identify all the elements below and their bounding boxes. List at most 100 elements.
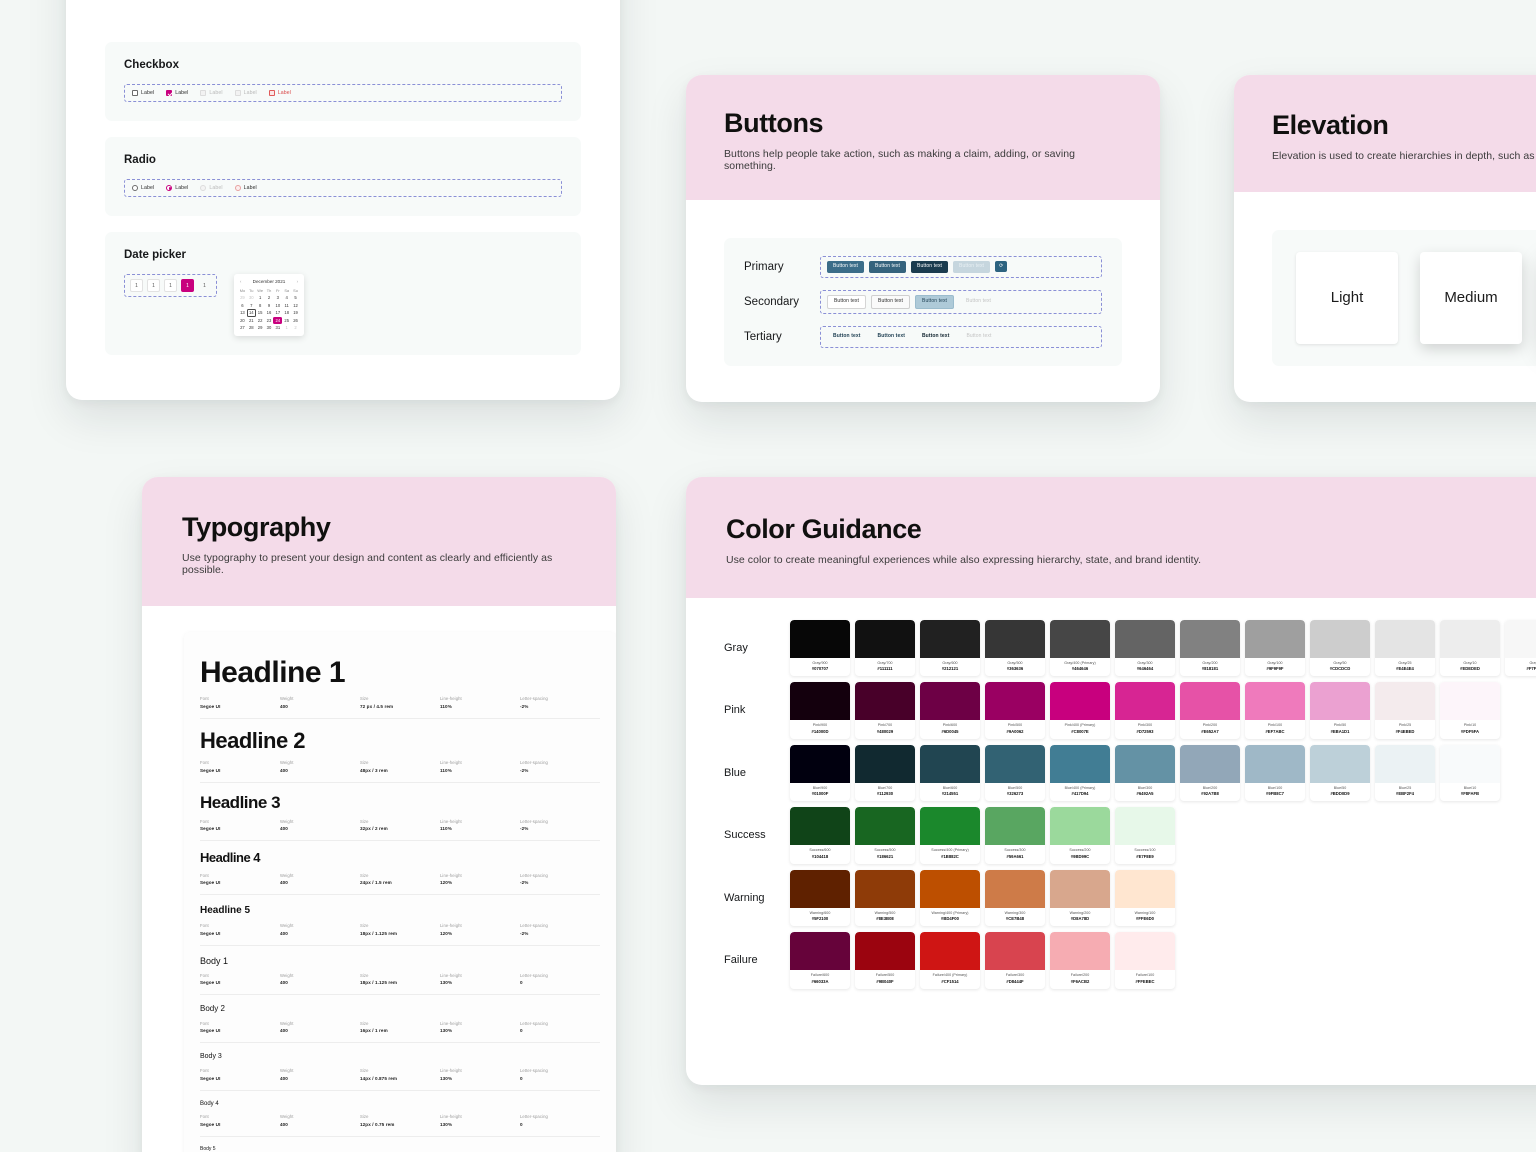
calendar-prev-icon[interactable]: ‹ (240, 279, 241, 284)
color-swatch[interactable]: Success/200 #9BD99C (1050, 807, 1110, 864)
calendar-day[interactable]: 21 (247, 317, 256, 324)
calendar-day[interactable]: 13 (238, 309, 247, 316)
color-swatch[interactable]: Success/100 #E7F8E9 (1115, 807, 1175, 864)
checkbox-option[interactable]: Label (234, 90, 257, 96)
calendar-day[interactable]: 1 (256, 294, 265, 301)
color-swatch[interactable]: Warning/100 #FFE6D0 (1115, 869, 1175, 927)
calendar-day[interactable]: 26 (291, 317, 300, 324)
checkbox-option[interactable]: Label (166, 90, 188, 96)
color-swatch[interactable]: Warning/400 (Primary) #BD4F00 (920, 869, 980, 927)
radio-input[interactable] (132, 185, 138, 191)
checkbox-option[interactable]: Label (200, 90, 223, 96)
radio-input[interactable] (200, 185, 207, 191)
color-swatch[interactable]: Gray/200 #818181 (1180, 619, 1240, 677)
calendar-day[interactable]: 29 (238, 294, 247, 301)
date-input-stepper[interactable]: 11111 (124, 274, 217, 297)
button[interactable]: Button text (871, 294, 911, 309)
color-swatch[interactable]: Blue/10 #F8FAFB (1440, 744, 1500, 802)
color-swatch[interactable]: Failure/100 #FFEBEC (1115, 932, 1175, 989)
calendar-day[interactable]: 9 (265, 302, 274, 309)
color-swatch[interactable]: Pink/600 #6D0045 (920, 682, 980, 739)
button[interactable]: Button text (827, 260, 865, 273)
calendar-day[interactable]: 25 (282, 317, 291, 324)
color-swatch[interactable]: Blue/500 #326273 (985, 744, 1045, 802)
color-swatch[interactable]: Failure/300 #D8444F (985, 932, 1045, 989)
color-swatch[interactable]: Failure/400 (Primary) #CF1514 (920, 932, 980, 989)
color-swatch[interactable]: Blue/700 #112930 (855, 744, 915, 802)
color-swatch[interactable]: Warning/600 #5F2100 (790, 869, 850, 927)
color-swatch[interactable]: Pink/700 #480029 (855, 682, 915, 739)
checkbox-option[interactable]: Label (132, 90, 154, 96)
button[interactable]: Button text (915, 294, 955, 309)
radio-input[interactable] (234, 185, 241, 191)
color-swatch[interactable]: Blue/200 #92A7B8 (1180, 744, 1240, 802)
color-swatch[interactable]: Blue/25 #EBF2F4 (1375, 744, 1435, 802)
calendar-day[interactable]: 16 (265, 309, 274, 316)
color-swatch[interactable]: Pink/300 #D72593 (1115, 682, 1175, 739)
button[interactable]: Button text (959, 295, 998, 309)
calendar-popup[interactable]: ‹ December 2021 › Mo Tu We Th Fr Sa Su 29 30 1 2 3 4… (234, 274, 304, 337)
color-swatch[interactable]: Gray/700 #111111 (855, 619, 915, 677)
button[interactable]: Button text (911, 260, 949, 273)
calendar-day[interactable]: 24 (273, 316, 283, 324)
color-swatch[interactable]: Warning/200 #D8A78D (1050, 869, 1110, 927)
color-swatch[interactable]: Warning/500 #8E3B08 (855, 869, 915, 927)
date-cell[interactable]: 1 (130, 279, 143, 292)
calendar-day[interactable]: 30 (247, 294, 256, 301)
color-swatch[interactable]: Gray/100 #9F9F9F (1245, 619, 1305, 677)
radio-option[interactable]: Label (132, 185, 154, 191)
checkbox-input[interactable] (200, 90, 207, 96)
color-swatch[interactable]: Blue/600 #214551 (920, 744, 980, 802)
calendar-day[interactable]: 4 (282, 294, 291, 301)
calendar-day[interactable]: 11 (282, 302, 291, 309)
date-cell[interactable]: 1 (198, 279, 211, 292)
calendar-day[interactable]: 28 (247, 324, 256, 331)
color-swatch[interactable]: Blue/100 #9FB8C7 (1245, 744, 1305, 802)
radio-input[interactable] (166, 185, 173, 191)
checkbox-input[interactable] (132, 90, 138, 96)
color-swatch[interactable]: Success/600 #104418 (790, 807, 850, 864)
date-cell[interactable]: 1 (181, 279, 194, 292)
radio-option[interactable]: Label (234, 185, 257, 191)
color-swatch[interactable]: Warning/300 #CE7B48 (985, 869, 1045, 927)
color-swatch[interactable]: Pink/400 (Primary) #C8007E (1050, 682, 1110, 739)
color-swatch[interactable]: Pink/900 #14000D (790, 682, 850, 739)
calendar-next-icon[interactable]: › (297, 279, 298, 284)
checkbox-input[interactable] (268, 90, 275, 96)
color-swatch[interactable]: Pink/10 #FDF5FA (1440, 682, 1500, 739)
button[interactable]: Button text (827, 331, 866, 343)
button[interactable]: Button text (871, 331, 910, 343)
calendar-day[interactable]: 14 (246, 309, 256, 317)
button[interactable]: Button text (869, 260, 907, 273)
radio-option[interactable]: Label (166, 185, 188, 191)
button[interactable]: Button text (960, 331, 997, 343)
color-swatch[interactable]: Gray/25 #E4E4E4 (1375, 619, 1435, 677)
color-swatch[interactable]: Gray/10 #EDEDED (1440, 619, 1500, 677)
color-swatch[interactable]: Pink/100 #EF7ABC (1245, 682, 1305, 739)
color-swatch[interactable]: Gray/500 #363636 (985, 619, 1045, 677)
checkbox-input[interactable] (166, 90, 173, 96)
calendar-day[interactable]: 20 (238, 317, 247, 324)
calendar-day[interactable]: 15 (256, 309, 265, 316)
color-swatch[interactable]: Blue/50 #BDD0D9 (1310, 744, 1370, 802)
button[interactable]: Button text (916, 331, 955, 343)
calendar-day[interactable]: 17 (273, 309, 282, 316)
color-swatch[interactable]: Pink/500 #9A0062 (985, 682, 1045, 739)
color-swatch[interactable]: Success/400 (Primary) #1B882C (920, 807, 980, 864)
calendar-day[interactable]: 10 (273, 302, 282, 309)
calendar-day[interactable]: 30 (265, 324, 274, 331)
calendar-day[interactable]: 8 (256, 302, 265, 309)
color-swatch[interactable]: Pink/50 #EBA1D1 (1310, 682, 1370, 739)
color-swatch[interactable]: Failure/500 #9B040F (855, 932, 915, 989)
checkbox-input[interactable] (234, 90, 241, 96)
radio-option[interactable]: Label (200, 185, 223, 191)
color-swatch[interactable]: Failure/600 #66033A (790, 932, 850, 989)
checkbox-option[interactable]: Label (268, 90, 291, 96)
button[interactable]: Button text (953, 260, 991, 273)
color-swatch[interactable]: Pink/25 #F4EBED (1375, 682, 1435, 739)
calendar-day[interactable]: 29 (256, 324, 265, 331)
calendar-day[interactable]: 18 (282, 309, 291, 316)
calendar-day[interactable]: 31 (273, 324, 282, 331)
button[interactable]: Button text (827, 294, 867, 309)
color-swatch[interactable]: Gray/300 #646464 (1115, 619, 1175, 677)
